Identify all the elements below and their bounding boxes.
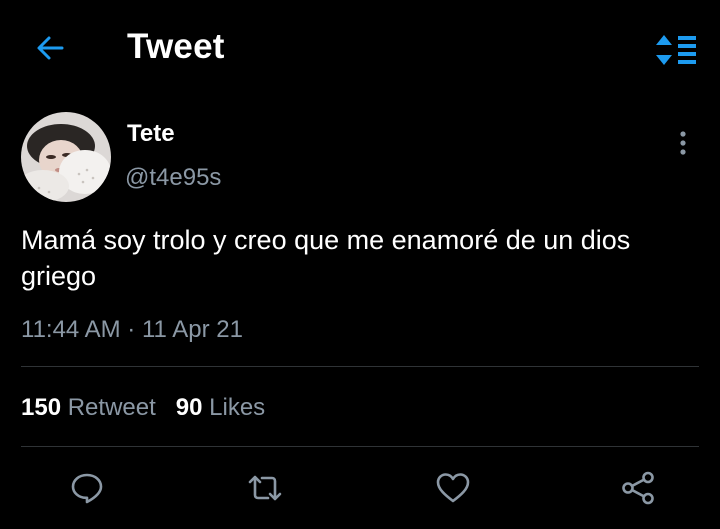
sort-list-icon (656, 35, 696, 65)
top-bar: Tweet (0, 0, 720, 96)
tweet-timestamp[interactable]: 11:44 AM · 11 Apr 21 (21, 316, 243, 344)
share-button[interactable] (616, 466, 660, 510)
reply-button[interactable] (65, 466, 109, 510)
timestamp-separator: · (127, 316, 136, 343)
divider (21, 366, 699, 367)
share-icon (622, 471, 654, 505)
likes-label: Likes (209, 394, 266, 421)
engagement-stats: 150 Retweet 90 Likes (21, 394, 265, 422)
retweet-stat[interactable]: 150 Retweet (21, 394, 156, 421)
likes-stat[interactable]: 90 Likes (176, 394, 265, 421)
display-name[interactable]: Tete (127, 120, 175, 148)
more-vertical-icon (680, 131, 686, 155)
more-options-button[interactable] (670, 126, 696, 160)
tweet-date: 11 Apr 21 (141, 316, 243, 343)
user-handle[interactable]: @t4e95s (125, 164, 221, 192)
retweet-label: Retweet (67, 394, 156, 421)
tweet-text: Mamá soy trolo y creo que me enamoré de … (21, 225, 631, 291)
retweet-button[interactable] (243, 466, 287, 510)
back-button[interactable] (30, 28, 70, 68)
heart-icon (436, 473, 470, 503)
like-button[interactable] (431, 466, 475, 510)
arrow-left-icon (37, 36, 64, 60)
retweet-icon (248, 475, 282, 501)
page-title: Tweet (127, 27, 225, 66)
avatar[interactable] (21, 112, 111, 202)
reply-icon (71, 473, 103, 504)
likes-count: 90 (175, 394, 203, 421)
divider (21, 446, 699, 447)
sort-button[interactable] (652, 28, 700, 72)
profile-photo (21, 112, 111, 202)
retweet-count: 150 (21, 394, 62, 421)
tweet-time: 11:44 AM (21, 316, 121, 343)
